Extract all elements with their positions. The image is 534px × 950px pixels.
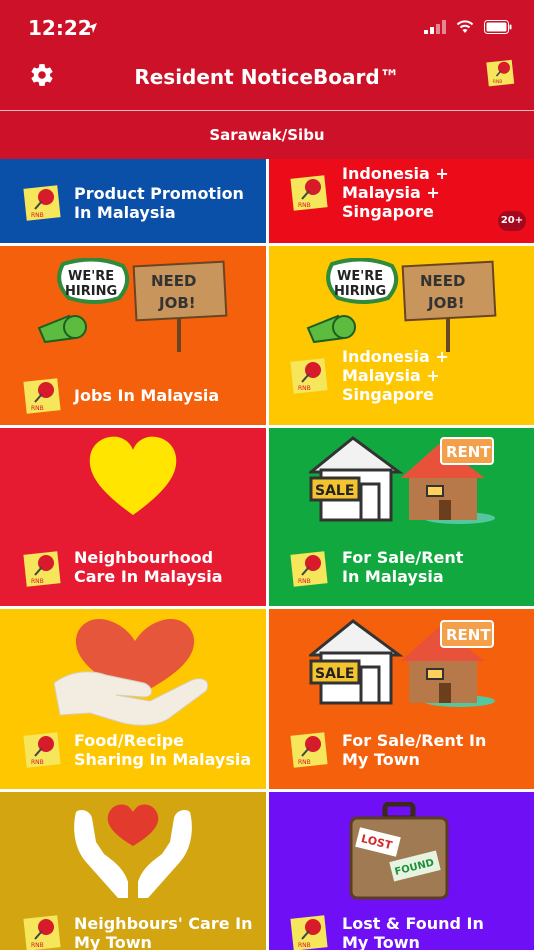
status-bar: 12:22	[0, 0, 534, 58]
caring-hands-icon	[74, 804, 192, 898]
heart-in-hand-icon	[53, 619, 209, 726]
pushpin-sticky-note-icon: RNB	[290, 175, 328, 211]
hiring-illustration-icon: WE'RE HIRING NEED JOB!	[37, 258, 228, 352]
pushpin-sticky-note-icon: RNB	[290, 732, 328, 768]
svg-text:RNB: RNB	[298, 385, 311, 392]
status-time: 12:22	[28, 16, 92, 40]
notification-count-badge: 20+	[498, 211, 526, 231]
tile-label: Neighbours' Care In My Town	[74, 914, 253, 950]
tile-product-promotion-malaysia[interactable]: RNB Product Promotion In Malaysia	[0, 159, 266, 243]
cellular-signal-icon	[424, 20, 446, 34]
location-arrow-icon	[87, 23, 97, 33]
tile-label: For Sale/Rent In Malaysia	[342, 548, 464, 586]
svg-text:RENT: RENT	[446, 626, 491, 644]
pushpin-sticky-note-icon: RNB	[23, 915, 61, 950]
svg-text:RNB: RNB	[31, 578, 44, 585]
tile-label: For Sale/Rent In My Town	[342, 731, 487, 769]
tile-neighbourhood-care-malaysia[interactable]: RNB Neighbourhood Care In Malaysia	[0, 428, 266, 606]
svg-text:RNB: RNB	[31, 212, 44, 219]
svg-text:WE'RE: WE'RE	[68, 269, 114, 284]
svg-text:JOB!: JOB!	[158, 294, 196, 312]
pushpin-sticky-note-icon: RNB	[23, 378, 61, 414]
nav-bar: Resident NoticeBoard™ RNB	[0, 58, 534, 110]
svg-text:RENT: RENT	[446, 443, 491, 461]
svg-text:SALE: SALE	[315, 483, 354, 499]
svg-text:RNB: RNB	[31, 942, 44, 949]
category-grid: RNB Product Promotion In Malaysia RNB In…	[0, 159, 534, 950]
pushpin-sticky-note-icon: RNB	[23, 185, 61, 221]
heart-icon	[89, 436, 177, 515]
svg-text:HIRING: HIRING	[334, 284, 386, 299]
tile-label: Food/Recipe Sharing In Malaysia	[74, 731, 252, 769]
tile-neighbours-care-my-town[interactable]: RNB Neighbours' Care In My Town	[0, 792, 266, 950]
svg-text:JOB!: JOB!	[427, 294, 465, 312]
svg-text:WE'RE: WE'RE	[337, 269, 383, 284]
pushpin-sticky-note-icon: RNB	[290, 551, 328, 587]
svg-text:RNB: RNB	[31, 759, 44, 766]
svg-text:SALE: SALE	[315, 666, 354, 682]
battery-icon	[484, 20, 512, 34]
svg-text:RNB: RNB	[298, 759, 311, 766]
pushpin-sticky-note-icon: RNB	[23, 732, 61, 768]
svg-text:HIRING: HIRING	[65, 284, 117, 299]
tile-lost-found-my-town[interactable]: LOST FOUND RNB Lost & Found In My Town	[269, 792, 534, 950]
tile-jobs-malaysia[interactable]: WE'RE HIRING NEED JOB! RNB Jobs In Malay…	[0, 246, 266, 425]
tile-sale-rent-my-town[interactable]: SALE RENT RNB For Sale/Rent In My Town	[269, 609, 534, 789]
svg-text:RNB: RNB	[493, 79, 503, 85]
noticeboard-logo-icon[interactable]: RNB	[486, 58, 516, 88]
tile-indonesia-malaysia-singapore-promotion[interactable]: RNB Indonesia + Malaysia + Singapore 20+	[269, 159, 534, 243]
tile-label: Indonesia + Malaysia + Singapore	[342, 347, 449, 404]
tile-jobs-indonesia-malaysia-singapore[interactable]: WE'RE HIRING NEED JOB! RNB Indonesia + M…	[269, 246, 534, 425]
tile-label: Lost & Found In My Town	[342, 914, 484, 950]
location-label[interactable]: Sarawak/Sibu	[0, 111, 534, 159]
hiring-illustration-icon: WE'RE HIRING NEED JOB!	[306, 258, 497, 352]
tile-label: Indonesia + Malaysia + Singapore	[342, 164, 449, 221]
tile-label: Jobs In Malaysia	[74, 386, 220, 405]
pushpin-sticky-note-icon: RNB	[23, 551, 61, 587]
svg-text:RNB: RNB	[298, 942, 311, 949]
svg-text:NEED: NEED	[420, 272, 466, 290]
suitcase-lost-found-icon: LOST FOUND	[349, 802, 449, 900]
house-sale-rent-icon: SALE RENT	[309, 436, 495, 524]
tile-label: Product Promotion In Malaysia	[74, 184, 244, 222]
svg-text:RNB: RNB	[298, 202, 311, 209]
pushpin-sticky-note-icon: RNB	[290, 915, 328, 950]
tile-food-recipe-malaysia[interactable]: RNB Food/Recipe Sharing In Malaysia	[0, 609, 266, 789]
svg-text:NEED: NEED	[151, 272, 197, 290]
tile-label: Neighbourhood Care In Malaysia	[74, 548, 223, 586]
svg-text:RNB: RNB	[31, 405, 44, 412]
house-sale-rent-icon: SALE RENT	[309, 619, 495, 707]
page-title: Resident NoticeBoard™	[134, 65, 400, 89]
tile-sale-rent-malaysia[interactable]: SALE RENT RNB For Sale/Rent In Malaysia	[269, 428, 534, 606]
pushpin-sticky-note-icon: RNB	[290, 358, 328, 394]
wifi-icon	[456, 20, 474, 33]
svg-text:RNB: RNB	[298, 578, 311, 585]
